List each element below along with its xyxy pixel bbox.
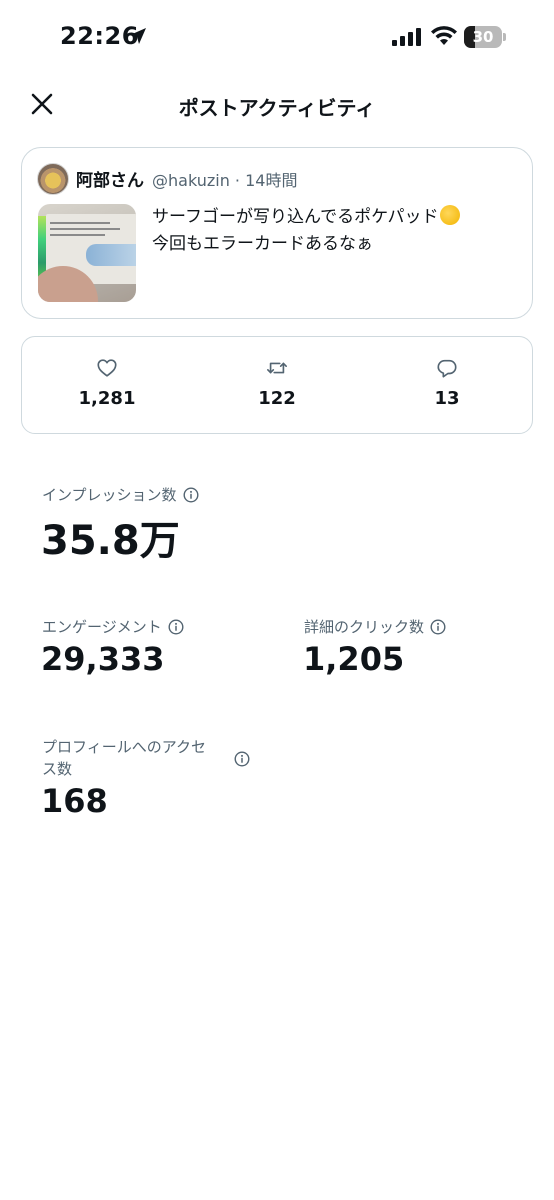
- detail-clicks-label-text: 詳細のクリック数: [304, 618, 425, 636]
- detail-clicks-value: 1,205: [303, 640, 405, 678]
- nav-header: ポストアクティビティ: [0, 78, 554, 132]
- author-name: 阿部さん: [76, 171, 144, 191]
- tweet-text-line1: サーフゴーが写り込んでるポケパッド: [152, 207, 439, 227]
- heart-icon: [97, 359, 117, 377]
- tweet-card[interactable]: 阿部さん @hakuzin · 14時間 サーフゴーが写り込んでるポケパッド 今…: [21, 147, 533, 319]
- reposts-stat: 122: [217, 357, 337, 409]
- tweet-time: 14時間: [245, 171, 298, 190]
- profile-visits-label-line2: ス数: [42, 760, 73, 778]
- status-bar: 22:26 30: [0, 0, 554, 78]
- replies-count: 13: [434, 388, 460, 409]
- info-icon[interactable]: [234, 751, 250, 767]
- replies-stat: 13: [387, 357, 507, 409]
- avatar[interactable]: [37, 163, 69, 195]
- location-arrow-icon: [130, 28, 146, 44]
- engagements-label: エンゲージメント: [42, 616, 184, 638]
- post-activity-screen: 22:26 30 ポストアクティビティ 阿部さん @hakuzin · 14時間…: [0, 0, 554, 1200]
- info-icon[interactable]: [430, 619, 446, 635]
- info-icon[interactable]: [168, 619, 184, 635]
- engagements-label-text: エンゲージメント: [42, 618, 162, 636]
- impressions-value: 35.8万: [41, 518, 180, 564]
- reply-bubble-icon: [437, 359, 457, 378]
- thinking-face-emoji-icon: [440, 205, 461, 225]
- page-title: ポストアクティビティ: [178, 96, 376, 120]
- cellular-signal-icon: [392, 28, 421, 46]
- reposts-count: 122: [258, 388, 296, 409]
- wifi-icon: [431, 26, 457, 45]
- tweet-text: サーフゴーが写り込んでるポケパッド 今回もエラーカードあるなぁ: [152, 204, 524, 258]
- author-meta: @hakuzin · 14時間: [152, 167, 297, 191]
- impressions-label-text: インプレッション数: [42, 486, 177, 504]
- tweet-text-line2: 今回もエラーカードあるなぁ: [152, 234, 373, 254]
- engagements-value: 29,333: [41, 640, 165, 678]
- author-handle: @hakuzin: [152, 171, 230, 190]
- detail-clicks-label: 詳細のクリック数: [304, 616, 446, 638]
- battery-icon: 30: [464, 26, 506, 48]
- engagement-card: 1,281 122 13: [21, 336, 533, 434]
- tweet-media-thumbnail[interactable]: [38, 204, 136, 302]
- likes-stat: 1,281: [47, 357, 167, 409]
- profile-visits-label-line1: プロフィールへのアクセ: [42, 738, 206, 756]
- profile-visits-value: 168: [41, 782, 108, 820]
- profile-visits-label: プロフィールへのアクセ ス数: [42, 736, 232, 780]
- info-icon[interactable]: [183, 487, 199, 503]
- impressions-label: インプレッション数: [42, 484, 199, 506]
- meta-separator: ·: [229, 171, 246, 190]
- repost-icon: [267, 362, 287, 374]
- battery-percent: 30: [472, 28, 494, 46]
- likes-count: 1,281: [78, 388, 136, 409]
